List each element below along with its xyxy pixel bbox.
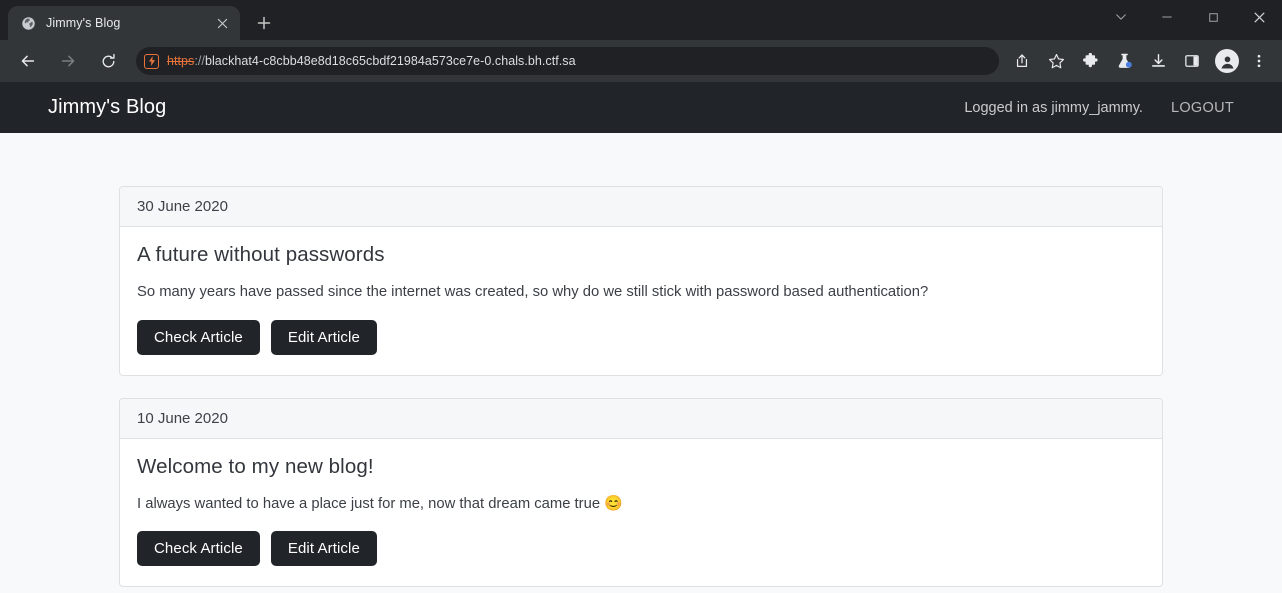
forward-icon[interactable] [53, 46, 83, 76]
downloads-icon[interactable] [1144, 47, 1172, 75]
article-title: Welcome to my new blog! [137, 454, 374, 478]
edit-article-button[interactable]: Edit Article [270, 319, 377, 355]
profile-avatar-icon[interactable] [1215, 49, 1239, 73]
close-tab-icon[interactable] [212, 13, 232, 33]
article-summary-text: So many years have passed since the inte… [137, 284, 929, 300]
extensions-puzzle-icon[interactable] [1076, 47, 1104, 75]
globe-icon [20, 15, 36, 31]
address-bar[interactable]: https://blackhat4-c8cbb48e8d18c65cbdf219… [136, 47, 999, 75]
new-tab-button[interactable] [250, 9, 278, 37]
article-actions: Check Article Edit Article [137, 319, 1145, 355]
url-separator: :// [194, 54, 205, 68]
back-icon[interactable] [13, 46, 43, 76]
edit-article-button[interactable]: Edit Article [270, 531, 377, 567]
browser-window: Jimmy's Blog https://blackhat4-c8cbb48e8… [0, 0, 1282, 593]
url-text: https://blackhat4-c8cbb48e8d18c65cbdf219… [167, 54, 576, 68]
browser-tab[interactable]: Jimmy's Blog [8, 6, 240, 40]
article-date: 10 June 2020 [120, 398, 1162, 439]
article-summary-text: I always wanted to have a place just for… [137, 495, 605, 512]
experiments-flask-icon[interactable] [1110, 47, 1138, 75]
article-title: A future without passwords [137, 243, 385, 266]
tab-title: Jimmy's Blog [46, 16, 121, 30]
tab-strip: Jimmy's Blog [0, 0, 1282, 40]
more-menu-icon[interactable] [1248, 47, 1270, 75]
tab-search-button[interactable] [1098, 1, 1144, 33]
article-summary: I always wanted to have a place just for… [137, 493, 1145, 515]
close-window-button[interactable] [1236, 1, 1282, 33]
reload-icon[interactable] [93, 46, 123, 76]
side-panel-icon[interactable] [1178, 47, 1206, 75]
bookmark-star-icon[interactable] [1042, 47, 1070, 75]
site-brand[interactable]: Jimmy's Blog [48, 96, 166, 119]
maximize-button[interactable] [1190, 1, 1236, 33]
article-card: 30 June 2020 A future without passwords … [119, 186, 1163, 376]
minimize-button[interactable] [1144, 1, 1190, 33]
logout-link[interactable]: LOGOUT [1171, 100, 1234, 116]
article-body: A future without passwords So many years… [120, 227, 1162, 375]
article-card: 10 June 2020 Welcome to my new blog! I a… [119, 397, 1163, 588]
article-emoji: 😊 [604, 494, 623, 512]
articles-container: 30 June 2020 A future without passwords … [119, 133, 1163, 588]
toolbar-icon-group [1005, 47, 1274, 75]
url-scheme: https [167, 54, 195, 68]
article-summary: So many years have passed since the inte… [137, 281, 1145, 303]
article-date: 30 June 2020 [120, 187, 1162, 227]
logged-in-status: Logged in as jimmy_jammy. [964, 99, 1143, 116]
navbar-right-group: Logged in as jimmy_jammy. LOGOUT [964, 100, 1234, 116]
check-article-button[interactable]: Check Article [137, 531, 260, 567]
page-viewport: Jimmy's Blog Logged in as jimmy_jammy. L… [0, 82, 1282, 593]
site-navbar: Jimmy's Blog Logged in as jimmy_jammy. L… [0, 82, 1282, 133]
check-article-button[interactable]: Check Article [137, 319, 260, 355]
not-secure-warning-icon[interactable] [144, 53, 159, 69]
url-host: blackhat4-c8cbb48e8d18c65cbdf21984a573ce… [204, 54, 576, 68]
article-actions: Check Article Edit Article [137, 531, 1145, 567]
share-icon[interactable] [1008, 47, 1036, 75]
window-controls [1098, 0, 1282, 34]
browser-toolbar: https://blackhat4-c8cbb48e8d18c65cbdf219… [0, 40, 1282, 82]
article-body: Welcome to my new blog! I always wanted … [120, 439, 1162, 587]
